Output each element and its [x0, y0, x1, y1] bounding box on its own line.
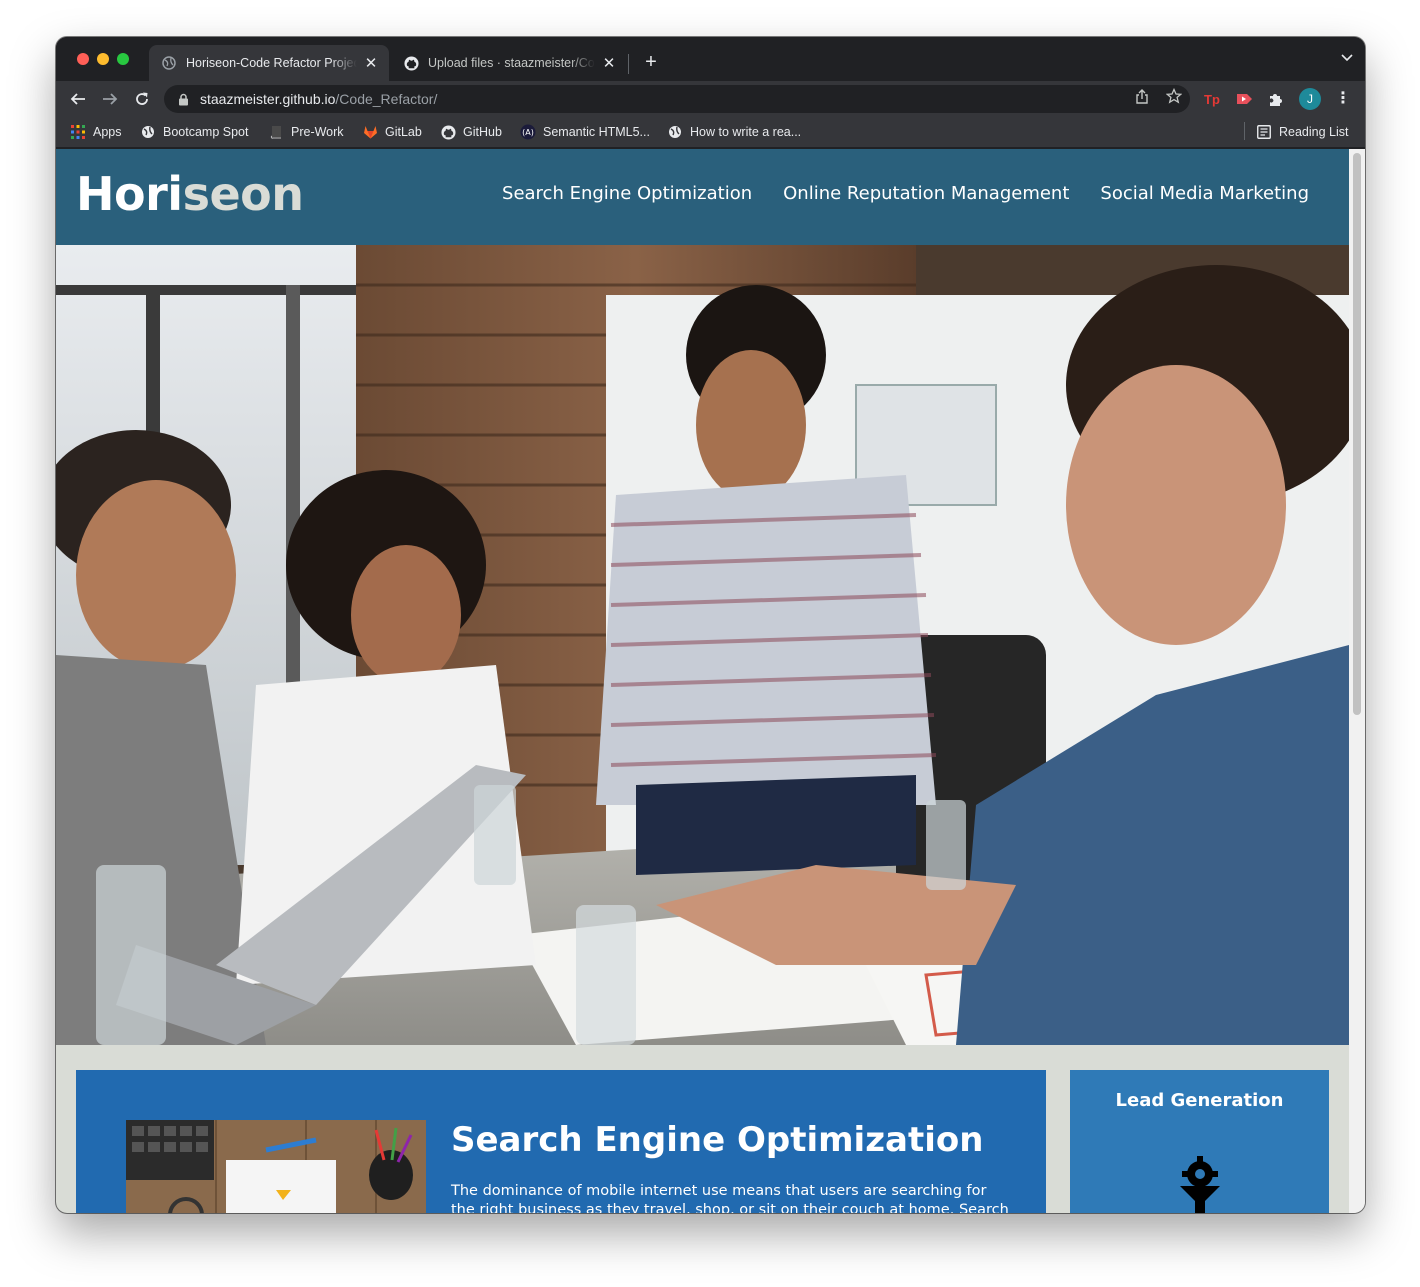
browser-toolbar: staazmeister.github.io /Code_Refactor/ T…: [56, 81, 1365, 117]
reload-button[interactable]: [130, 87, 154, 111]
bookmark-semantic-html5[interactable]: (A) Semantic HTML5...: [520, 123, 650, 141]
reading-list-icon: [1256, 124, 1272, 140]
tab-separator: [628, 54, 629, 74]
close-tab-icon[interactable]: ✕: [601, 54, 617, 72]
browser-menu-icon[interactable]: ⋮: [1335, 89, 1351, 109]
bookmark-gitlab[interactable]: GitLab: [362, 123, 422, 141]
close-window-button[interactable]: [77, 53, 89, 65]
nav-link-reputation[interactable]: Online Reputation Management: [783, 183, 1069, 204]
tab-horiseon[interactable]: Horiseon-Code Refactor Project ✕: [149, 45, 389, 81]
forward-button[interactable]: [98, 87, 122, 111]
logo-accent: seon: [182, 167, 304, 221]
lead-generation-heading: Lead Generation: [1115, 1090, 1284, 1111]
bookmark-pre-work[interactable]: Pre-Work: [268, 123, 344, 141]
site-logo[interactable]: Horiseon: [76, 167, 304, 221]
site-nav: Search Engine Optimization Online Reputa…: [471, 183, 1309, 204]
globe-icon: [140, 124, 156, 140]
semantic-site-icon: (A): [520, 124, 536, 140]
profile-avatar[interactable]: J: [1299, 88, 1321, 110]
seo-paragraph: The dominance of mobile internet use mea…: [451, 1183, 1009, 1213]
hero-image: [56, 245, 1349, 1045]
seo-image: [126, 1120, 426, 1213]
page-scrollbar[interactable]: [1349, 149, 1365, 1213]
page-viewport: Horiseon Search Engine Optimization Onli…: [56, 149, 1365, 1213]
tab-strip: Horiseon-Code Refactor Project ✕ Upload …: [56, 37, 1365, 81]
bookmark-star-icon[interactable]: [1165, 87, 1183, 105]
github-icon: [403, 55, 419, 71]
logo-main: Hori: [76, 167, 183, 221]
bookmark-label: GitLab: [385, 125, 422, 139]
bookmark-label: GitHub: [463, 125, 502, 139]
scrollbar-thumb[interactable]: [1353, 153, 1361, 715]
gitlab-icon: [362, 124, 378, 140]
svg-text:(A): (A): [522, 128, 534, 137]
bookmarks-bar: Apps Bootcamp Spot Pre-Work GitLab GitHu…: [56, 117, 1365, 148]
bookmark-label: How to write a rea...: [690, 125, 802, 139]
lead-generation-icon: [1175, 1156, 1225, 1213]
apps-grid-icon: [70, 124, 86, 140]
bookmark-github[interactable]: GitHub: [440, 123, 502, 141]
nav-link-social-media[interactable]: Social Media Marketing: [1100, 183, 1309, 204]
bookmark-apps[interactable]: Apps: [70, 123, 122, 141]
address-bar[interactable]: staazmeister.github.io /Code_Refactor/: [164, 85, 1190, 113]
bookmarks-separator: [1244, 122, 1245, 140]
maximize-window-button[interactable]: [117, 53, 129, 65]
bookmark-how-to-write[interactable]: How to write a rea...: [667, 123, 801, 141]
lock-icon[interactable]: [176, 92, 190, 106]
url-host: staazmeister.github.io: [200, 91, 336, 107]
tab-title: Horiseon-Code Refactor Project: [186, 56, 357, 70]
new-tab-button[interactable]: +: [639, 49, 663, 75]
close-tab-icon[interactable]: ✕: [363, 54, 379, 72]
bookmark-label: Semantic HTML5...: [543, 125, 650, 139]
bookmark-label: Pre-Work: [291, 125, 344, 139]
nav-link-seo[interactable]: Search Engine Optimization: [502, 183, 752, 204]
bookmark-label: Apps: [93, 125, 122, 139]
back-button[interactable]: [66, 87, 90, 111]
tab-title: Upload files · staazmeister/Code_Refacto…: [428, 56, 595, 70]
seo-heading: Search Engine Optimization: [451, 1120, 984, 1160]
globe-icon: [667, 124, 683, 140]
tab-upload-files[interactable]: Upload files · staazmeister/Code_Refacto…: [391, 45, 627, 81]
minimize-window-button[interactable]: [97, 53, 109, 65]
reading-list-label: Reading List: [1279, 125, 1349, 139]
tab-search-chevron-icon[interactable]: [1341, 51, 1353, 65]
url-path: /Code_Refactor/: [335, 91, 438, 107]
video-extension-icon[interactable]: [1236, 89, 1254, 109]
globe-icon: [161, 55, 177, 71]
bookmark-bootcamp-spot[interactable]: Bootcamp Spot: [140, 123, 248, 141]
bookmark-label: Bootcamp Spot: [163, 125, 249, 139]
github-icon: [440, 124, 456, 140]
browser-window: Horiseon-Code Refactor Project ✕ Upload …: [56, 37, 1365, 1213]
seo-section: Search Engine Optimization The dominance…: [76, 1070, 1046, 1213]
book-icon: [268, 124, 284, 140]
tp-extension-icon[interactable]: Tp: [1204, 89, 1220, 109]
share-icon[interactable]: [1133, 87, 1151, 105]
extensions-puzzle-icon[interactable]: [1268, 89, 1284, 109]
reading-list-button[interactable]: Reading List: [1256, 123, 1349, 141]
lead-generation-card: Lead Generation: [1070, 1070, 1329, 1213]
site-header: Horiseon Search Engine Optimization Onli…: [56, 149, 1349, 245]
